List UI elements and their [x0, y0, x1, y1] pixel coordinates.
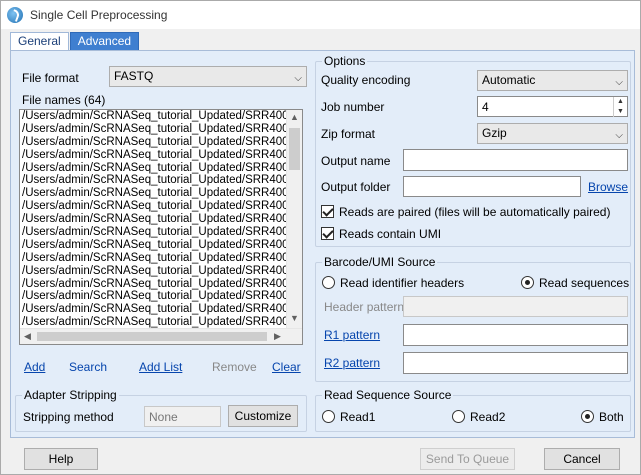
scroll-down-icon[interactable]: ▼: [290, 313, 299, 323]
list-item[interactable]: /Users/admin/ScRNASeq_tutorial_Updated/S…: [20, 200, 287, 213]
header-pattern-label: Header pattern: [324, 300, 405, 314]
vertical-scroll-thumb[interactable]: [289, 128, 300, 170]
title-bar: Single Cell Preprocessing: [1, 1, 640, 29]
output-folder-label: Output folder: [321, 180, 391, 194]
read-sequence-source-group: Read Sequence Source Read1 Read2 Both: [315, 388, 631, 432]
file-format-label: File format: [22, 71, 79, 85]
zip-format-value: Gzip: [482, 126, 507, 140]
scroll-left-icon[interactable]: ◀: [24, 331, 31, 342]
remove-link-disabled[interactable]: Remove: [212, 360, 257, 374]
output-folder-input[interactable]: [403, 176, 581, 197]
quality-encoding-label: Quality encoding: [321, 73, 411, 87]
list-item[interactable]: /Users/admin/ScRNASeq_tutorial_Updated/S…: [20, 123, 287, 136]
window-title: Single Cell Preprocessing: [30, 8, 168, 22]
r2-pattern-input[interactable]: [403, 352, 628, 374]
file-names-listbox[interactable]: /Users/admin/ScRNASeq_tutorial_Updated/S…: [19, 109, 303, 345]
read-sequences-radio[interactable]: [521, 276, 534, 289]
read-identifier-headers-radio[interactable]: [322, 276, 335, 289]
zip-format-select[interactable]: Gzip ⌵: [477, 123, 628, 144]
both-radio[interactable]: [581, 410, 594, 423]
options-group: Options Quality encoding Automatic ⌵ Job…: [315, 54, 631, 247]
reads-paired-label: Reads are paired (files will be automati…: [339, 205, 611, 219]
options-title: Options: [322, 54, 368, 68]
read2-label: Read2: [470, 410, 506, 424]
r1-pattern-input[interactable]: [403, 324, 628, 346]
increment-icon[interactable]: ▲: [614, 97, 627, 107]
job-number-value: 4: [482, 100, 489, 114]
add-file-link[interactable]: Add: [24, 360, 45, 374]
output-name-input[interactable]: [403, 149, 628, 171]
tab-advanced[interactable]: Advanced: [69, 32, 140, 51]
job-number-label: Job number: [321, 100, 385, 114]
read-sequence-source-title: Read Sequence Source: [322, 388, 454, 402]
list-item[interactable]: /Users/admin/ScRNASeq_tutorial_Updated/S…: [20, 136, 287, 149]
zip-format-label: Zip format: [321, 127, 376, 141]
quality-encoding-select[interactable]: Automatic ⌵: [477, 70, 628, 91]
list-item[interactable]: /Users/admin/ScRNASeq_tutorial_Updated/S…: [20, 252, 287, 265]
file-list: /Users/admin/ScRNASeq_tutorial_Updated/S…: [20, 110, 287, 328]
tab-general[interactable]: General: [10, 32, 69, 52]
customize-button[interactable]: Customize: [228, 405, 298, 427]
chevron-down-icon: ⌵: [615, 77, 623, 88]
quality-encoding-value: Automatic: [482, 73, 536, 87]
reads-umi-label: Reads contain UMI: [339, 227, 442, 241]
adapter-stripping-title: Adapter Stripping: [22, 388, 119, 402]
r1-pattern-link[interactable]: R1 pattern: [324, 328, 380, 342]
read1-radio[interactable]: [322, 410, 335, 423]
r2-pattern-link[interactable]: R2 pattern: [324, 356, 380, 370]
cancel-button[interactable]: Cancel: [544, 448, 620, 470]
send-to-queue-button[interactable]: Send To Queue: [420, 448, 515, 470]
general-tab-panel: File format FASTQ ⌵ File names (64) /Use…: [10, 50, 635, 438]
list-item[interactable]: /Users/admin/ScRNASeq_tutorial_Updated/S…: [20, 213, 287, 226]
browse-link[interactable]: Browse: [588, 180, 628, 194]
barcode-umi-source-group: Barcode/UMI Source Read identifier heade…: [315, 255, 631, 382]
chevron-down-icon: ⌵: [615, 130, 623, 141]
vertical-scrollbar[interactable]: ▲ ▼: [286, 110, 302, 329]
add-list-link[interactable]: Add List: [139, 360, 182, 374]
list-item[interactable]: /Users/admin/ScRNASeq_tutorial_Updated/S…: [20, 187, 287, 200]
both-label: Both: [599, 410, 624, 424]
read1-label: Read1: [340, 410, 376, 424]
horizontal-scroll-thumb[interactable]: [37, 332, 267, 341]
list-item[interactable]: /Users/admin/ScRNASeq_tutorial_Updated/S…: [20, 110, 287, 123]
app-logo-icon: [7, 7, 23, 23]
dialog-footer: Help Send To Queue Cancel: [1, 441, 640, 475]
search-files-link[interactable]: Search: [69, 360, 107, 374]
list-item[interactable]: /Users/admin/ScRNASeq_tutorial_Updated/S…: [20, 303, 287, 316]
file-format-select[interactable]: FASTQ ⌵: [109, 66, 307, 87]
read-identifier-headers-label: Read identifier headers: [340, 276, 465, 290]
adapter-stripping-group: Adapter Stripping Stripping method None …: [15, 388, 307, 432]
list-item[interactable]: /Users/admin/ScRNASeq_tutorial_Updated/S…: [20, 316, 287, 328]
job-number-spin[interactable]: ▲ ▼: [613, 97, 627, 117]
file-format-value: FASTQ: [114, 69, 154, 83]
stripping-method-field: None: [144, 406, 221, 427]
tab-strip: General Advanced: [10, 32, 140, 52]
header-pattern-input: [403, 296, 628, 317]
list-item[interactable]: /Users/admin/ScRNASeq_tutorial_Updated/S…: [20, 226, 287, 239]
file-names-label: File names (64): [22, 93, 106, 107]
list-item[interactable]: /Users/admin/ScRNASeq_tutorial_Updated/S…: [20, 278, 287, 291]
read-sequences-label: Read sequences: [539, 276, 630, 290]
list-item[interactable]: /Users/admin/ScRNASeq_tutorial_Updated/S…: [20, 149, 287, 162]
list-item[interactable]: /Users/admin/ScRNASeq_tutorial_Updated/S…: [20, 290, 287, 303]
list-item[interactable]: /Users/admin/ScRNASeq_tutorial_Updated/S…: [20, 174, 287, 187]
decrement-icon[interactable]: ▼: [614, 107, 627, 117]
reads-paired-checkbox[interactable]: [321, 205, 334, 218]
clear-files-link[interactable]: Clear: [272, 360, 301, 374]
list-item[interactable]: /Users/admin/ScRNASeq_tutorial_Updated/S…: [20, 162, 287, 175]
list-item[interactable]: /Users/admin/ScRNASeq_tutorial_Updated/S…: [20, 239, 287, 252]
job-number-stepper[interactable]: 4 ▲ ▼: [477, 96, 628, 117]
chevron-down-icon: ⌵: [294, 73, 302, 84]
help-button[interactable]: Help: [24, 448, 98, 470]
output-name-label: Output name: [321, 154, 391, 168]
reads-umi-checkbox[interactable]: [321, 227, 334, 240]
scroll-right-icon[interactable]: ▶: [274, 331, 281, 342]
scroll-up-icon[interactable]: ▲: [290, 112, 299, 122]
horizontal-scrollbar[interactable]: ◀ ▶: [20, 328, 302, 344]
single-cell-preprocessing-dialog: Single Cell Preprocessing General Advanc…: [0, 0, 641, 475]
barcode-umi-source-title: Barcode/UMI Source: [322, 255, 438, 269]
list-item[interactable]: /Users/admin/ScRNASeq_tutorial_Updated/S…: [20, 265, 287, 278]
read2-radio[interactable]: [452, 410, 465, 423]
stripping-method-label: Stripping method: [23, 410, 114, 424]
